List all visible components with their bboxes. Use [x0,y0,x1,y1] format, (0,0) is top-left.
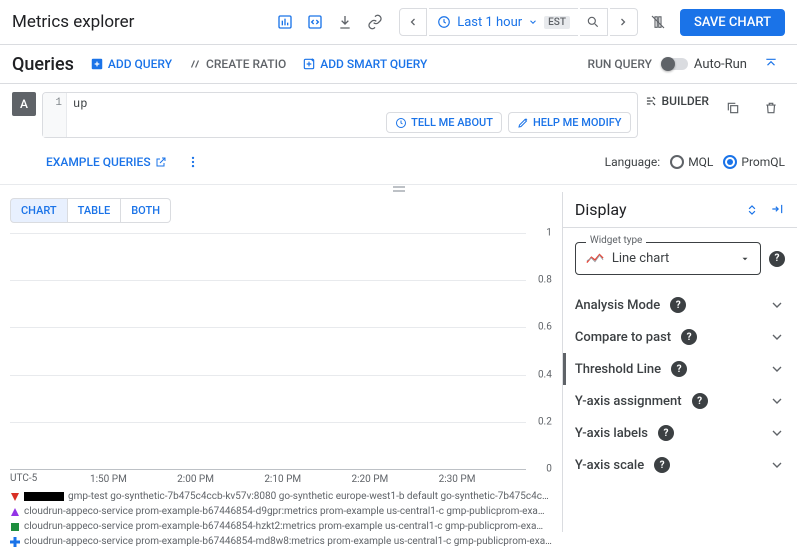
redacted-text [24,492,64,501]
query-tab-a[interactable]: A [12,92,36,116]
overrides-off-icon[interactable] [644,8,672,36]
y-axis-tick: 0.4 [538,369,552,380]
dropdown-caret-icon [740,254,750,264]
help-icon[interactable]: ? [654,457,670,473]
x-axis-tick: 2:20 PM [351,474,388,485]
y-axis-tick: 0 [546,464,552,475]
widget-type-label: Widget type [586,235,647,246]
more-options-icon[interactable] [179,148,207,176]
query-editor[interactable]: 1 up TELL ME ABOUT HELP ME MODIFY [42,92,638,138]
help-icon[interactable]: ? [671,361,687,377]
y-axis-tick: 0.6 [538,322,552,333]
time-range-label: Last 1 hour [457,15,522,30]
legend-marker-icon [10,537,20,547]
search-time-button[interactable] [580,8,608,36]
next-time-button[interactable] [610,8,638,36]
chevron-down-icon [769,329,785,345]
chevron-down-icon [769,361,785,377]
line-number-gutter: 1 [43,93,67,137]
example-queries-link[interactable]: EXAMPLE QUERIES [46,155,167,169]
help-icon[interactable]: ? [658,425,674,441]
timezone-badge: EST [544,16,570,29]
run-query-button[interactable]: RUN QUERY [588,57,652,71]
x-axis-tick: 2:30 PM [439,474,476,485]
legend-item[interactable]: cloudrun-appeco-service prom-example-b67… [10,534,552,549]
queries-heading: Queries [12,54,74,75]
sort-icon[interactable] [745,202,759,218]
view-mode-toggle: CHART TABLE BOTH [0,192,562,229]
add-query-button[interactable]: ADD QUERY [90,57,172,71]
legend-marker-icon [10,492,20,502]
legend-item[interactable]: cloudrun-appeco-service prom-example-b67… [10,519,552,534]
line-chart-icon [586,253,604,265]
stats-icon[interactable] [271,8,299,36]
display-panel-title: Display [575,200,627,219]
builder-button[interactable]: BUILDER [644,94,709,108]
view-table-button[interactable]: TABLE [68,198,122,223]
y-axis-tick: 1 [546,228,552,239]
save-chart-button[interactable]: SAVE CHART [680,9,785,36]
tell-me-about-button[interactable]: TELL ME ABOUT [386,112,502,133]
x-axis-tick: 1:50 PM [90,474,127,485]
view-both-button[interactable]: BOTH [121,198,171,223]
x-axis-tick: 2:00 PM [177,474,214,485]
code-icon[interactable] [301,8,329,36]
add-smart-query-button[interactable]: ADD SMART QUERY [302,57,427,71]
y-axis-tick: 0.8 [538,275,552,286]
widget-type-value: Line chart [612,251,669,266]
link-icon[interactable] [361,8,389,36]
time-range-picker[interactable]: Last 1 hour EST [429,8,578,36]
download-icon[interactable] [331,8,359,36]
y-axis-labels-section[interactable]: Y-axis labels? [563,417,797,449]
language-label: Language: [605,155,661,169]
legend-marker-icon [10,522,20,532]
x-axis-tick: 2:10 PM [264,474,301,485]
page-title: Metrics explorer [12,12,134,32]
resize-handle[interactable] [0,184,797,192]
auto-run-toggle[interactable] [662,58,688,70]
threshold-line-section[interactable]: Threshold Line? [563,353,797,385]
y-axis-assignment-section[interactable]: Y-axis assignment? [563,385,797,417]
view-chart-button[interactable]: CHART [10,198,68,223]
help-icon[interactable]: ? [670,297,686,313]
help-icon[interactable]: ? [769,251,785,267]
analysis-mode-section[interactable]: Analysis Mode? [563,289,797,321]
chevron-down-icon [769,393,785,409]
language-selector: Language: MQL PromQL [605,155,785,169]
chevron-down-icon [769,297,785,313]
language-promql-radio[interactable]: PromQL [723,155,785,169]
language-mql-radio[interactable]: MQL [670,155,713,169]
header-toolbar: Last 1 hour EST SAVE CHART [271,8,785,36]
duplicate-query-icon[interactable] [719,94,747,122]
prev-time-button[interactable] [399,8,427,36]
chart-canvas[interactable]: 1 0.8 0.6 0.4 0.2 0 UTC-5 1:50 PM 2:00 P… [0,229,562,557]
legend-item[interactable]: gmp-test go-synthetic-7b475c4ccb-kv57v:8… [10,489,552,504]
auto-run-label: Auto-Run [694,57,747,72]
chevron-down-icon [769,425,785,441]
help-me-modify-button[interactable]: HELP ME MODIFY [508,112,631,133]
collapse-panel-icon[interactable] [769,202,785,218]
help-icon[interactable]: ? [692,393,708,409]
widget-type-select[interactable]: Widget type Line chart [575,242,761,275]
y-axis-tick: 0.2 [538,416,552,427]
help-icon[interactable]: ? [681,329,697,345]
legend-item[interactable]: cloudrun-appeco-service prom-example-b67… [10,504,552,519]
chart-legend: gmp-test go-synthetic-7b475c4ccb-kv57v:8… [10,485,552,553]
y-axis-scale-section[interactable]: Y-axis scale? [563,449,797,481]
delete-query-icon[interactable] [757,94,785,122]
compare-to-past-section[interactable]: Compare to past? [563,321,797,353]
chevron-down-icon [769,457,785,473]
legend-marker-icon [10,507,20,517]
create-ratio-button[interactable]: CREATE RATIO [188,57,286,71]
collapse-queries-icon[interactable] [757,50,785,78]
